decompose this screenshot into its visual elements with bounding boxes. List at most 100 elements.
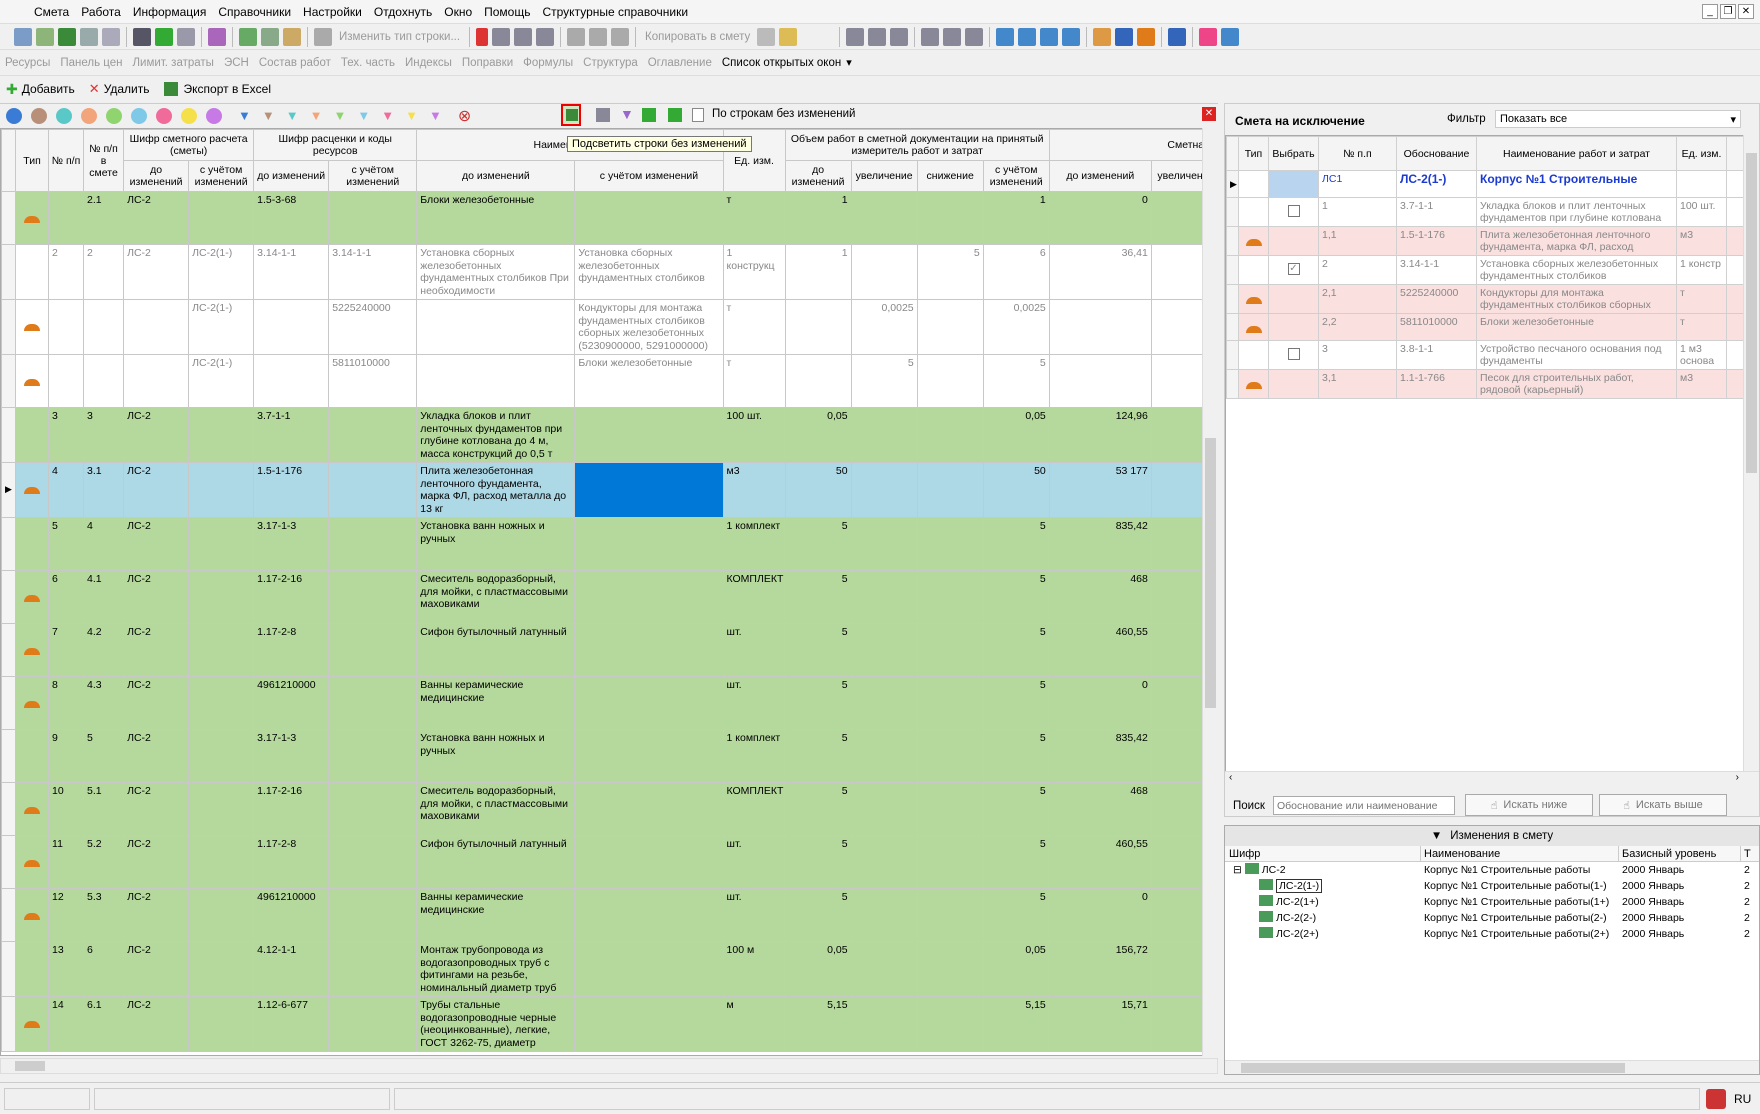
- panel-tab-10[interactable]: Оглавление: [643, 57, 717, 69]
- filter-icon[interactable]: ▼: [620, 107, 634, 122]
- r-cell-choose[interactable]: [1268, 313, 1319, 341]
- r-cell-type[interactable]: [1238, 255, 1269, 285]
- cell-vd[interactable]: 5: [916, 244, 984, 300]
- cell-vi[interactable]: [850, 941, 918, 997]
- r-col-type[interactable]: Тип: [1238, 136, 1269, 171]
- cell-ind[interactable]: [1, 191, 16, 245]
- color-filter-6-icon[interactable]: [156, 107, 172, 124]
- cell-name1[interactable]: Сифон бутылочный латунный: [416, 835, 576, 889]
- cell-c1[interactable]: ЛС-2: [123, 191, 190, 245]
- r-cell-type[interactable]: [1238, 340, 1269, 370]
- r-cell-ind[interactable]: ▶: [1226, 170, 1239, 198]
- cell-v1[interactable]: 50: [784, 462, 852, 518]
- r-cell-ind[interactable]: [1226, 340, 1239, 370]
- cell-n2[interactable]: 5.3: [83, 888, 125, 942]
- cell-c1[interactable]: ЛС-2: [123, 244, 190, 300]
- menu-item-3[interactable]: Справочники: [212, 0, 297, 24]
- cell-p1[interactable]: [253, 299, 330, 355]
- menu-item-4[interactable]: Настройки: [297, 0, 368, 24]
- cell-p2[interactable]: [328, 676, 418, 730]
- cell-c1[interactable]: ЛС-2: [123, 835, 190, 889]
- col-name-after[interactable]: с учётом изменений: [574, 160, 724, 192]
- cut-icon[interactable]: [567, 27, 586, 46]
- refresh-icon[interactable]: [155, 27, 173, 46]
- col-cp-after[interactable]: с учётом изменений: [328, 160, 418, 192]
- grid-hscrollbar[interactable]: [0, 1058, 1218, 1074]
- col-cost[interactable]: Сметная с: [1048, 129, 1217, 161]
- r-cell-name[interactable]: Устройство песчаного основания под фунда…: [1476, 340, 1677, 370]
- funnel-filter-4-icon[interactable]: ▼: [334, 108, 347, 123]
- cell-ind[interactable]: [1, 517, 16, 571]
- cell-p1[interactable]: 1.17-2-16: [253, 782, 330, 836]
- cell-name1[interactable]: Смеситель водоразборный, для мойки, с пл…: [416, 570, 576, 624]
- col-vol-before[interactable]: до изменений: [784, 160, 852, 192]
- level-down-icon[interactable]: [1062, 27, 1081, 46]
- cell-n1[interactable]: 2: [48, 244, 85, 300]
- funnel-filter-1-icon[interactable]: ▼: [262, 108, 275, 123]
- cell-c2[interactable]: [188, 835, 255, 889]
- cell-c2[interactable]: [188, 941, 255, 997]
- cell-c1[interactable]: ЛС-2: [123, 676, 190, 730]
- roof-icon[interactable]: [1137, 27, 1156, 46]
- cell-p2[interactable]: [328, 729, 418, 783]
- cell-vi[interactable]: [850, 462, 918, 518]
- close-icon[interactable]: ✕: [1738, 4, 1754, 19]
- r-vscrollbar[interactable]: [1743, 135, 1759, 775]
- r-cell-ind[interactable]: [1226, 284, 1239, 314]
- funnel-filter-8-icon[interactable]: ▼: [429, 108, 442, 123]
- r-cell-basis[interactable]: 1.1-1-766: [1396, 369, 1477, 399]
- r-col-name[interactable]: Наименование работ и затрат: [1476, 136, 1677, 171]
- cell-p2[interactable]: [328, 462, 418, 518]
- table-row[interactable]: 13 6 ЛС-2 4.12-1-1 Монтаж трубопровода из во…: [1, 941, 1217, 997]
- cell-type[interactable]: [14, 570, 50, 624]
- col-cc-before[interactable]: до изменений: [123, 160, 190, 192]
- table-row[interactable]: 3 3 ЛС-2 3.7-1-1 Укладка блоков и плит ленто…: [1, 407, 1217, 463]
- cell-vd[interactable]: [916, 888, 984, 942]
- tree-node[interactable]: ЛС-2(1-) Корпус №1 Строительные работы(1-…: [1225, 878, 1759, 894]
- cell-name1[interactable]: [416, 354, 576, 408]
- panel-tab-1[interactable]: Панель цен: [55, 57, 127, 69]
- panel-tab-7[interactable]: Поправки: [457, 57, 518, 69]
- cell-p2[interactable]: [328, 835, 418, 889]
- cell-v1[interactable]: 5: [784, 729, 852, 783]
- cell-name1[interactable]: Установка ванн ножных и ручных: [416, 729, 576, 783]
- list-item[interactable]: ▶ ЛС1 ЛС-2(1-) Корпус №1 Строительные: [1226, 170, 1758, 198]
- color-filter-3-icon[interactable]: [81, 107, 97, 124]
- tree-col-level[interactable]: Базисный уровень: [1619, 846, 1741, 861]
- cell-c2[interactable]: [188, 996, 255, 1052]
- r-cell-npp[interactable]: ЛС1: [1318, 170, 1397, 198]
- open-icon[interactable]: [36, 27, 54, 46]
- cell-v1[interactable]: 5: [784, 623, 852, 677]
- cell-s1[interactable]: [1048, 354, 1152, 408]
- cell-vi[interactable]: [850, 729, 918, 783]
- r-cell-name[interactable]: Установка сборных железобетонных фундаме…: [1476, 255, 1677, 285]
- cell-v1[interactable]: 5: [784, 835, 852, 889]
- funnel-filter-6-icon[interactable]: ▼: [381, 108, 394, 123]
- cell-c1[interactable]: [123, 299, 190, 355]
- table-row[interactable]: 6 4.1 ЛС-2 1.17-2-16 Смеситель водоразборный…: [1, 570, 1217, 624]
- cell-c2[interactable]: ЛС-2(1-): [188, 244, 255, 300]
- select-checkbox[interactable]: [1287, 348, 1300, 360]
- r-hscrollbar[interactable]: ‹ ›: [1225, 771, 1759, 785]
- cell-unit[interactable]: т: [722, 299, 786, 355]
- color-filter-0-icon[interactable]: [6, 107, 22, 124]
- cell-vd[interactable]: [916, 623, 984, 677]
- cell-s1[interactable]: 53 177: [1048, 462, 1152, 518]
- funnel-filter-0-icon[interactable]: ▼: [238, 108, 251, 123]
- col-npp[interactable]: № п/п: [48, 129, 85, 192]
- list-item[interactable]: 1 3.7-1-1 Укладка блоков и плит ленточных …: [1226, 197, 1758, 227]
- cell-v2[interactable]: 0,05: [982, 407, 1050, 463]
- cell-vd[interactable]: [916, 729, 984, 783]
- cell-type[interactable]: [14, 244, 50, 300]
- list-item[interactable]: 3,1 1.1-1-766 Песок для строительных работ…: [1226, 369, 1758, 399]
- cell-p2[interactable]: 5811010000: [328, 354, 418, 408]
- copy-to-estimate-button[interactable]: Копировать в смету: [640, 31, 755, 43]
- tree-hscrollbar[interactable]: [1225, 1060, 1759, 1074]
- cell-name2[interactable]: Установка сборных железобетонных фундаме…: [574, 244, 724, 300]
- cell-name1[interactable]: Ванны керамические медицинские: [416, 888, 576, 942]
- cell-n2[interactable]: 4: [83, 517, 125, 571]
- stack-icon[interactable]: [1221, 27, 1240, 46]
- restore-icon[interactable]: ❐: [1720, 4, 1736, 19]
- delete-button[interactable]: Удалить: [104, 82, 150, 96]
- cell-ind[interactable]: [1, 888, 16, 942]
